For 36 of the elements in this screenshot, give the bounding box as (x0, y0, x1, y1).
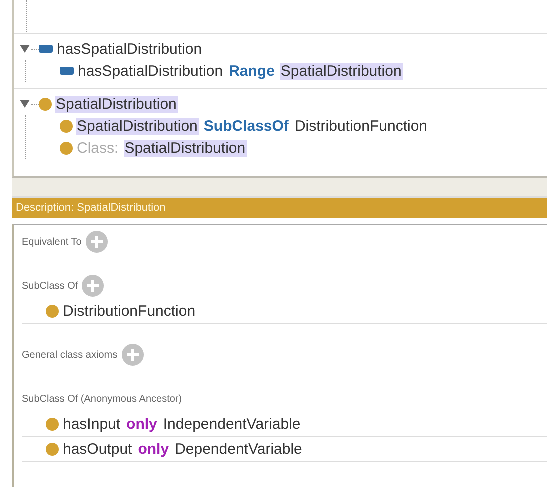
keyword: only (137, 440, 170, 458)
section-label: SubClass Of (22, 280, 78, 292)
entity-name: SpatialDistribution (55, 96, 178, 112)
expand-toggle[interactable] (20, 100, 30, 108)
prefix-label: Class: (76, 140, 120, 156)
entity-name: DependentVariable (174, 440, 304, 458)
entity-name: hasSpatialDistribution (56, 40, 204, 58)
add-icon[interactable] (82, 275, 104, 297)
class-icon (46, 304, 59, 318)
property-icon (39, 45, 53, 53)
entity-name: SpatialDistribution (76, 118, 199, 134)
add-icon[interactable] (86, 231, 108, 253)
section-label: General class axioms (22, 350, 118, 360)
entity-name: hasOutput (62, 440, 134, 458)
entity-name: DistributionFunction (62, 302, 197, 320)
property-icon (60, 67, 74, 75)
splitter-bar[interactable] (12, 178, 547, 198)
entity-name: SpatialDistribution (280, 62, 403, 80)
add-icon[interactable] (122, 344, 144, 366)
entity-name: SpatialDistribution (124, 140, 247, 156)
section-label: Equivalent To (22, 236, 82, 248)
class-icon (60, 142, 73, 154)
entity-name: DistributionFunction (294, 118, 428, 134)
section-label: SubClass Of (Anonymous Ancestor) (22, 394, 182, 404)
class-icon (60, 120, 73, 132)
class-icon (39, 98, 52, 110)
class-icon (46, 418, 59, 430)
entity-name: IndependentVariable (162, 416, 302, 432)
entity-name: hasInput (62, 416, 122, 432)
keyword: only (126, 416, 158, 432)
entity-name: hasSpatialDistribution (77, 62, 224, 80)
keyword: SubClassOf (202, 118, 290, 134)
keyword: Range (228, 62, 276, 80)
expand-toggle[interactable] (20, 45, 30, 53)
class-icon (46, 442, 59, 456)
panel-title: Description: SpatialDistribution (12, 198, 547, 218)
